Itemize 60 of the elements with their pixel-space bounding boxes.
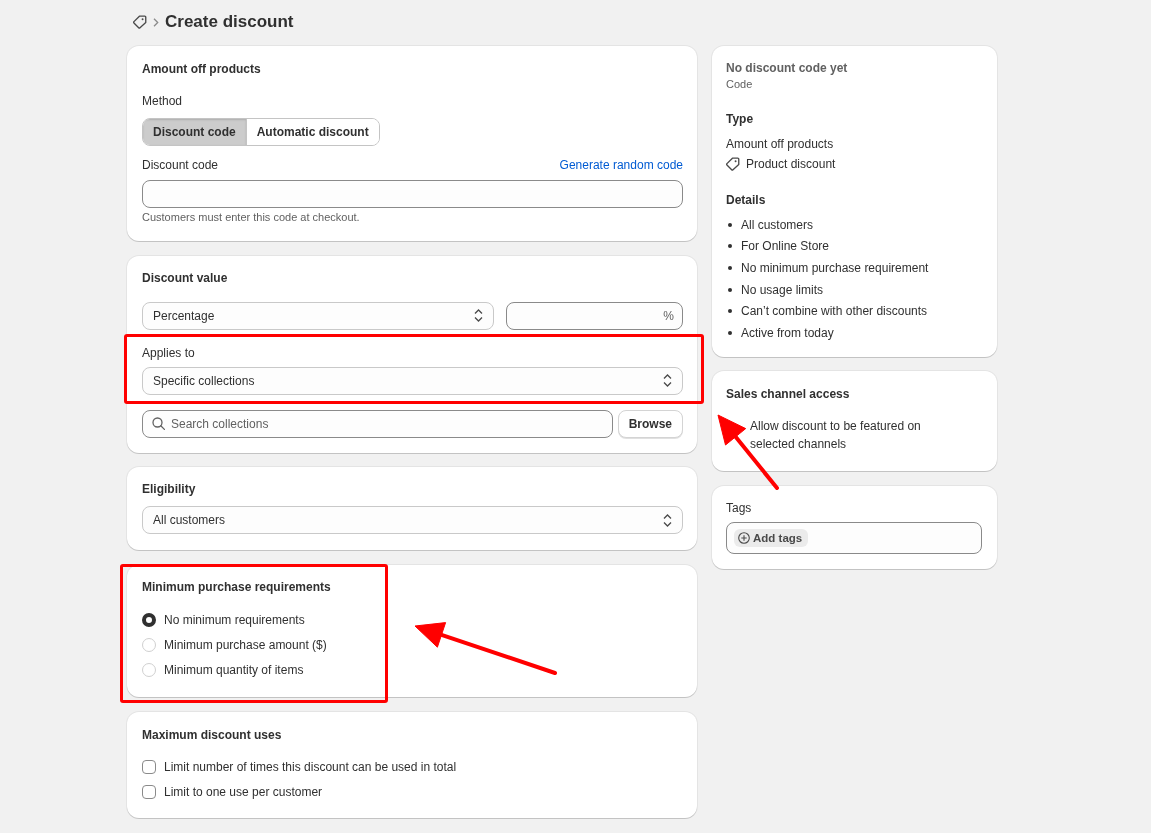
search-icon: [152, 416, 165, 430]
field-label: Tags: [726, 499, 752, 516]
detail-item: Active from today: [741, 324, 834, 341]
card-title: Maximum discount uses: [142, 726, 282, 743]
detail-item: No minimum purchase requirement: [741, 260, 929, 276]
bullet-icon: [728, 287, 732, 292]
tag-icon: [726, 157, 740, 171]
field-label: Applies to: [142, 344, 195, 361]
discount-kind: Product discount: [746, 156, 836, 172]
help-text: Customers must enter this code at checkout.: [142, 210, 360, 224]
select-chevron-icon: [663, 513, 672, 527]
add-tags-button[interactable]: Add tags: [734, 528, 809, 547]
field-label: Discount code: [142, 157, 219, 173]
unit-suffix: %: [663, 307, 674, 324]
select-chevron-icon: [474, 309, 483, 322]
applies-to-select[interactable]: Specific collections: [142, 366, 683, 395]
channel-description: Allow discount to be featured on selected channels: [750, 418, 922, 454]
checkbox-label: Limit to one use per customer: [164, 783, 323, 800]
tags-field[interactable]: Add tags: [726, 521, 982, 554]
plus-circle-icon: [738, 531, 750, 544]
card-title: Sales channel access: [726, 386, 850, 403]
bullet-icon: [728, 309, 732, 314]
radio-label: Minimum quantity of items: [164, 661, 304, 678]
value-type-select[interactable]: Percentage: [142, 301, 494, 330]
bullet-icon: [728, 244, 732, 249]
type-value: Amount off products: [726, 136, 834, 152]
field-label: Method: [142, 93, 183, 109]
detail-item: Can’t combine with other discounts: [741, 303, 928, 320]
method-tab[interactable]: Automatic discount: [245, 119, 379, 145]
value-input[interactable]: [506, 301, 683, 330]
bullet-icon: [728, 222, 732, 227]
chevron-right-icon: [153, 17, 159, 27]
eligibility-select[interactable]: All customers: [142, 506, 683, 534]
radio-label: Minimum purchase amount ($): [164, 636, 327, 653]
card-title: Minimum purchase requirements: [142, 578, 331, 595]
detail-item: All customers: [741, 216, 814, 233]
code-status: No discount code yet: [726, 60, 848, 76]
bullet-icon: [728, 266, 732, 270]
select-chevron-icon: [663, 374, 672, 387]
card-title: Eligibility: [142, 481, 196, 497]
checkbox[interactable]: [142, 784, 156, 799]
method-tab[interactable]: Discount code: [143, 119, 246, 145]
generate-code-link[interactable]: Generate random code: [559, 157, 683, 173]
section-heading: Details: [726, 192, 766, 208]
card-title: Discount value: [142, 269, 228, 286]
radio-label: No minimum requirements: [164, 611, 305, 628]
section-heading: Type: [726, 111, 754, 127]
checkbox-label: Limit number of times this discount can be used in total: [164, 758, 457, 775]
page-title: Create discount: [165, 12, 294, 32]
search-field[interactable]: Search collections: [142, 409, 613, 438]
radio-button[interactable]: [142, 612, 156, 627]
card-title: Amount off products: [142, 61, 261, 77]
detail-item: No usage limits: [741, 281, 824, 298]
code-input[interactable]: [142, 180, 683, 208]
checkbox[interactable]: [142, 759, 156, 774]
browse-button[interactable]: Browse: [617, 409, 683, 438]
tag-icon[interactable]: [133, 15, 147, 29]
code-caption: Code: [726, 77, 753, 91]
detail-item: For Online Store: [741, 238, 830, 255]
bullet-icon: [728, 330, 732, 335]
